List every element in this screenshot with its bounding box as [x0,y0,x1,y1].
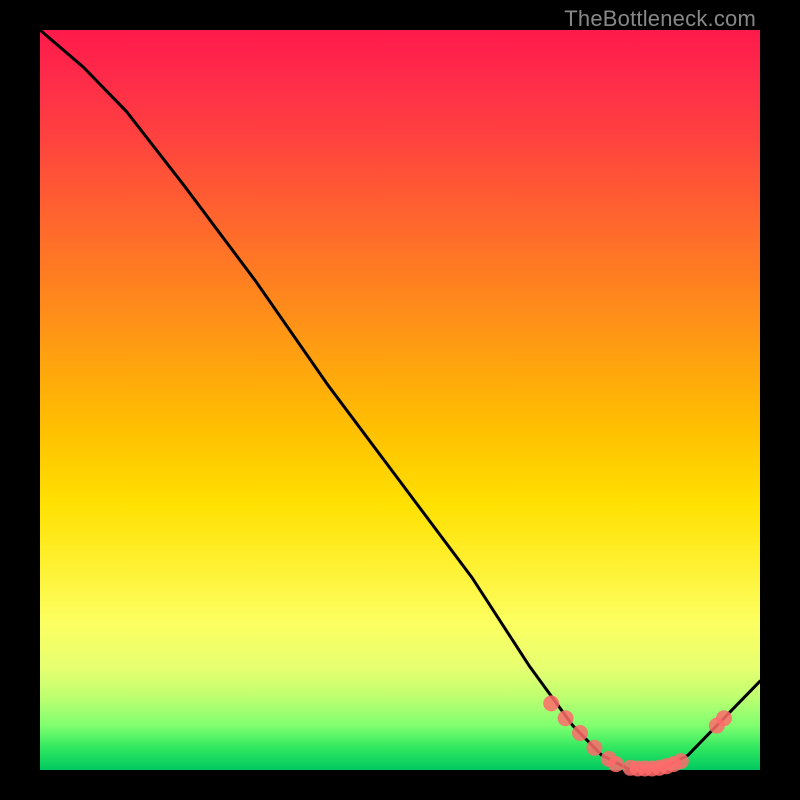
curve-svg [40,30,760,770]
highlight-dot [586,740,602,756]
chart-frame: TheBottleneck.com [0,0,800,800]
highlight-dot [608,756,624,772]
plot-area [40,30,760,770]
highlight-dot [673,753,689,769]
bottleneck-curve [40,30,760,770]
highlight-dots [543,695,732,776]
highlight-dot [543,695,559,711]
highlight-dot [572,725,588,741]
curve-path-group [40,30,760,770]
highlight-dot [716,710,732,726]
watermark-text: TheBottleneck.com [564,6,756,32]
highlight-dot [558,710,574,726]
